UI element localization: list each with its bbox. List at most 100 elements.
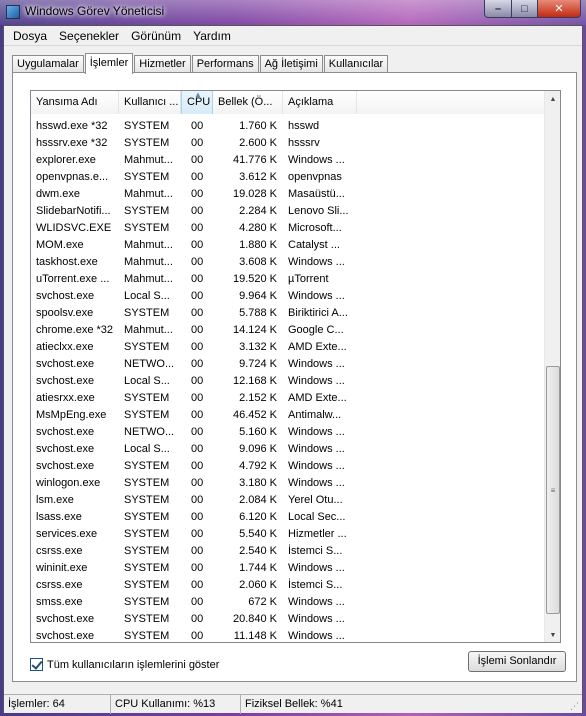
process-description: İstemci S... — [288, 579, 343, 591]
process-row[interactable]: explorer.exe Mahmut... 00 41.776 K Windows .… — [31, 152, 545, 169]
process-user: SYSTEM — [124, 613, 170, 625]
process-description: Windows ... — [288, 596, 345, 608]
process-name: wininit.exe — [36, 562, 88, 574]
process-row[interactable]: svchost.exe SYSTEM 00 11.148 K Windows ... — [31, 628, 545, 642]
tab-processes[interactable]: İşlemler — [84, 53, 134, 74]
process-description: Hizmetler ... — [288, 528, 347, 540]
process-row[interactable]: uTorrent.exe ... Mahmut... 00 19.520 K µTorr… — [31, 271, 545, 288]
show-all-users-option[interactable]: Tüm kullanıcıların işlemlerini göster — [30, 658, 219, 671]
process-description: Windows ... — [288, 154, 345, 166]
process-memory: 1.760 K — [239, 120, 277, 132]
tab-performance[interactable]: Performans — [191, 55, 259, 73]
process-name: dwm.exe — [36, 188, 81, 200]
process-row[interactable]: svchost.exe SYSTEM 00 4.792 K Windows ... — [31, 458, 545, 475]
process-row[interactable]: taskhost.exe Mahmut... 00 3.608 K Windows ..… — [31, 254, 545, 271]
process-row[interactable]: smss.exe SYSTEM 00 672 K Windows ... — [31, 594, 545, 611]
process-row[interactable]: spoolsv.exe SYSTEM 00 5.788 K Biriktirici A.… — [31, 305, 545, 322]
process-row[interactable]: SlidebarNotifi... SYSTEM 00 2.284 K Lenovo S… — [31, 203, 545, 220]
process-name: svchost.exe — [36, 426, 95, 438]
process-row[interactable]: svchost.exe NETWO... 00 5.160 K Windows ... — [31, 424, 545, 441]
menu-help[interactable]: Yardım — [188, 29, 236, 43]
task-manager-icon — [6, 5, 20, 19]
process-row[interactable]: hsssrv.exe *32 SYSTEM 00 2.600 K hsssrv — [31, 135, 545, 152]
process-row[interactable]: MOM.exe Mahmut... 00 1.880 K Catalyst ... — [31, 237, 545, 254]
task-manager-window: Windows Görev Yöneticisi – □ ✕ Dosya Seç… — [0, 0, 586, 716]
process-row[interactable]: MsMpEng.exe SYSTEM 00 46.452 K Antimalw... — [31, 407, 545, 424]
process-row[interactable]: dwm.exe Mahmut... 00 19.028 K Masaüstü... — [31, 186, 545, 203]
column-cpu[interactable]: ▲ CPU — [181, 91, 213, 114]
process-user: Mahmut... — [124, 256, 173, 268]
resize-grip-icon[interactable]: ⋰ — [570, 701, 580, 711]
process-memory: 5.160 K — [239, 426, 277, 438]
process-name: hsssrv.exe *32 — [36, 137, 108, 149]
process-cpu: 00 — [191, 528, 204, 540]
process-user: SYSTEM — [124, 579, 170, 591]
process-name: svchost.exe — [36, 443, 95, 455]
vertical-scrollbar[interactable]: ▲ ≡ ▼ — [544, 91, 560, 642]
process-row[interactable]: services.exe SYSTEM 00 5.540 K Hizmetler ... — [31, 526, 545, 543]
process-cpu: 00 — [191, 222, 204, 234]
process-memory: 2.084 K — [239, 494, 277, 506]
process-row[interactable]: svchost.exe Local S... 00 12.168 K Windows .… — [31, 373, 545, 390]
process-row[interactable]: openvpnas.e... SYSTEM 00 3.612 K openvpnas — [31, 169, 545, 186]
process-user: Local S... — [124, 443, 170, 455]
process-row[interactable]: wininit.exe SYSTEM 00 1.744 K Windows ... — [31, 560, 545, 577]
tab-applications[interactable]: Uygulamalar — [12, 55, 84, 73]
process-row[interactable]: WLIDSVC.EXE SYSTEM 00 4.280 K Microsoft... — [31, 220, 545, 237]
process-row[interactable]: svchost.exe Local S... 00 9.964 K Windows ..… — [31, 288, 545, 305]
scroll-thumb[interactable]: ≡ — [546, 366, 560, 614]
process-row[interactable]: csrss.exe SYSTEM 00 2.540 K İstemci S... — [31, 543, 545, 560]
process-row[interactable]: svchost.exe SYSTEM 00 20.840 K Windows ... — [31, 611, 545, 628]
process-cpu: 00 — [191, 375, 204, 387]
process-row[interactable]: winlogon.exe SYSTEM 00 3.180 K Windows ... — [31, 475, 545, 492]
process-row[interactable]: csrss.exe SYSTEM 00 2.060 K İstemci S... — [31, 577, 545, 594]
process-cpu: 00 — [191, 256, 204, 268]
process-user: SYSTEM — [124, 630, 170, 642]
process-description: İstemci S... — [288, 545, 343, 557]
process-memory: 12.168 K — [232, 375, 277, 387]
process-cpu: 00 — [191, 188, 204, 200]
tab-networking[interactable]: Ağ İletişimi — [259, 55, 323, 73]
processes-panel: Yansıma Adı Kullanıcı ... ▲ CPU Bellek (Ö… — [12, 72, 577, 682]
status-process-count: İşlemler: 64 — [4, 694, 111, 714]
process-user: NETWO... — [124, 426, 175, 438]
column-image-name[interactable]: Yansıma Adı — [31, 91, 119, 114]
process-row[interactable]: atiesrxx.exe SYSTEM 00 2.152 K AMD Exte... — [31, 390, 545, 407]
tab-services[interactable]: Hizmetler — [134, 55, 191, 73]
process-row[interactable]: svchost.exe NETWO... 00 9.724 K Windows ... — [31, 356, 545, 373]
menu-file[interactable]: Dosya — [8, 29, 52, 43]
maximize-button[interactable]: □ — [511, 0, 538, 18]
column-memory[interactable]: Bellek (Ö... — [213, 91, 283, 114]
process-cpu: 00 — [191, 443, 204, 455]
column-description[interactable]: Açıklama — [283, 91, 357, 114]
show-all-users-checkbox[interactable] — [30, 658, 43, 671]
scroll-down-icon[interactable]: ▼ — [545, 627, 560, 642]
scroll-up-icon[interactable]: ▲ — [545, 91, 560, 108]
process-row[interactable]: lsm.exe SYSTEM 00 2.084 K Yerel Otu... — [31, 492, 545, 509]
process-cpu: 00 — [191, 137, 204, 149]
process-row[interactable]: chrome.exe *32 Mahmut... 00 14.124 K Google … — [31, 322, 545, 339]
process-row[interactable]: hsswd.exe *32 SYSTEM 00 1.760 K hsswd — [31, 118, 545, 135]
end-process-button[interactable]: İşlemi Sonlandır — [468, 651, 566, 672]
status-cpu-usage: CPU Kullanımı: %13 — [111, 694, 241, 714]
menu-view[interactable]: Görünüm — [126, 29, 186, 43]
process-list[interactable]: Yansıma Adı Kullanıcı ... ▲ CPU Bellek (Ö… — [30, 90, 561, 643]
minimize-button[interactable]: – — [484, 0, 512, 18]
process-row[interactable]: atieclxx.exe SYSTEM 00 3.132 K AMD Exte... — [31, 339, 545, 356]
title-bar[interactable]: Windows Görev Yöneticisi – □ ✕ — [0, 0, 586, 25]
process-description: Microsoft... — [288, 222, 342, 234]
process-user: SYSTEM — [124, 392, 170, 404]
process-memory: 9.724 K — [239, 358, 277, 370]
process-memory: 19.028 K — [232, 188, 277, 200]
process-name: svchost.exe — [36, 290, 95, 302]
close-button[interactable]: ✕ — [537, 0, 581, 18]
process-cpu: 00 — [191, 307, 204, 319]
process-name: svchost.exe — [36, 613, 95, 625]
process-cpu: 00 — [191, 273, 204, 285]
process-name: MsMpEng.exe — [36, 409, 107, 421]
menu-options[interactable]: Seçenekler — [54, 29, 124, 43]
process-row[interactable]: lsass.exe SYSTEM 00 6.120 K Local Sec... — [31, 509, 545, 526]
column-user-name[interactable]: Kullanıcı ... — [119, 91, 181, 114]
tab-users[interactable]: Kullanıcılar — [323, 55, 389, 73]
process-row[interactable]: svchost.exe Local S... 00 9.096 K Windows ..… — [31, 441, 545, 458]
